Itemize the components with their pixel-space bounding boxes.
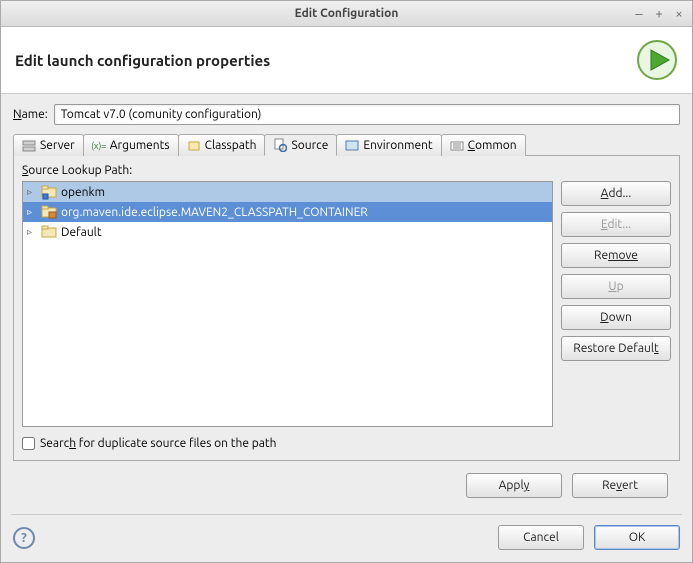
minimize-icon[interactable]: ‒ (632, 7, 646, 21)
tab-label: Environment (363, 139, 432, 152)
source-lookup-tree[interactable]: ▹ openkm ▹ org.maven.ide.eclipse.MAVEN2_… (22, 181, 553, 427)
remove-button[interactable]: Remove (561, 243, 671, 268)
project-folder-icon (41, 184, 57, 200)
dialog-header: Edit launch configuration properties (1, 27, 692, 94)
expand-icon[interactable]: ▹ (27, 226, 37, 238)
tab-label: Arguments (110, 139, 170, 152)
dialog-content: Name: Server (x)= Arguments Classpath So… (1, 94, 692, 502)
close-icon[interactable]: × (672, 7, 686, 21)
titlebar: Edit Configuration ‒ + × (1, 1, 692, 27)
name-input[interactable] (54, 104, 680, 125)
search-duplicate-checkbox[interactable] (22, 437, 35, 450)
help-icon[interactable]: ? (13, 527, 35, 549)
revert-button[interactable]: Revert (572, 473, 668, 498)
add-button[interactable]: Add... (561, 181, 671, 206)
tree-item-default[interactable]: ▹ Default (23, 222, 552, 242)
tab-common[interactable]: Common (441, 134, 526, 156)
tree-item-label: openkm (61, 186, 105, 199)
dialog-footer: ? Cancel OK (1, 515, 692, 562)
footer-right: Cancel OK (498, 525, 680, 550)
tree-item-openkm[interactable]: ▹ openkm (23, 182, 552, 202)
dialog-window: Edit Configuration ‒ + × Edit launch con… (0, 0, 693, 563)
down-button[interactable]: Down (561, 305, 671, 330)
cancel-button[interactable]: Cancel (498, 525, 584, 550)
arguments-icon: (x)= (92, 139, 106, 153)
name-label: Name: (13, 108, 48, 121)
restore-default-button[interactable]: Restore Default (561, 336, 671, 361)
source-icon (273, 138, 287, 152)
side-buttons: Add... Edit... Remove Up Down Restore De… (561, 181, 671, 427)
tree-item-label: org.maven.ide.eclipse.MAVEN2_CLASSPATH_C… (61, 206, 368, 219)
search-duplicate-row: Search for duplicate source files on the… (22, 437, 671, 450)
library-icon (41, 204, 57, 220)
pane-body: ▹ openkm ▹ org.maven.ide.eclipse.MAVEN2_… (22, 181, 671, 427)
tabs: Server (x)= Arguments Classpath Source E… (13, 133, 680, 156)
environment-icon (345, 139, 359, 153)
edit-button: Edit... (561, 212, 671, 237)
source-lookup-label: Source Lookup Path: (22, 164, 671, 177)
tab-label: Source (291, 139, 328, 152)
folder-icon (41, 224, 57, 240)
apply-revert-row: Apply Revert (13, 461, 680, 498)
tab-label: Common (468, 139, 517, 152)
titlebar-buttons: ‒ + × (632, 7, 686, 21)
tab-arguments[interactable]: (x)= Arguments (83, 134, 179, 156)
common-icon (450, 139, 464, 153)
tree-item-label: Default (61, 226, 102, 239)
name-row: Name: (13, 104, 680, 125)
tab-server[interactable]: Server (13, 134, 84, 156)
tab-environment[interactable]: Environment (336, 134, 441, 156)
tab-source[interactable]: Source (264, 134, 337, 156)
tab-classpath[interactable]: Classpath (178, 134, 266, 156)
expand-icon[interactable]: ▹ (27, 206, 37, 218)
up-button: Up (561, 274, 671, 299)
ok-button[interactable]: OK (594, 525, 680, 550)
classpath-icon (187, 139, 201, 153)
maximize-icon[interactable]: + (652, 7, 666, 21)
tab-label: Server (40, 139, 75, 152)
run-icon (636, 39, 678, 81)
search-duplicate-label: Search for duplicate source files on the… (40, 437, 276, 450)
expand-icon[interactable]: ▹ (27, 186, 37, 198)
apply-button[interactable]: Apply (466, 473, 562, 498)
server-icon (22, 139, 36, 153)
window-title: Edit Configuration (295, 7, 399, 20)
tab-label: Classpath (205, 139, 257, 152)
dialog-title: Edit launch configuration properties (15, 52, 270, 69)
tree-item-maven-container[interactable]: ▹ org.maven.ide.eclipse.MAVEN2_CLASSPATH… (23, 202, 552, 222)
source-pane: Source Lookup Path: ▹ openkm ▹ org.maven… (13, 156, 680, 461)
